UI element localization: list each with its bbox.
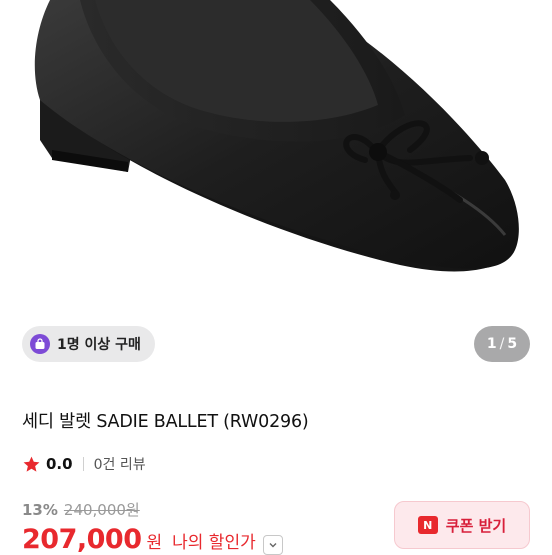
chevron-down-icon xyxy=(269,543,277,548)
product-title: 세디 발렛 SADIE BALLET (RW0296) xyxy=(22,412,309,432)
my-price-label: 나의 할인가 xyxy=(172,533,256,553)
shoe-illustration xyxy=(34,0,519,272)
buyers-badge: 1명 이상 구매 xyxy=(22,326,155,362)
rating-score: 0.0 xyxy=(46,455,73,473)
price-unit: 원 xyxy=(146,533,163,553)
price-row: 207,000 원 나의 할인가 xyxy=(22,524,283,555)
rating-row[interactable]: 0.0 0건 리뷰 xyxy=(22,454,146,474)
page-separator: / xyxy=(499,336,505,352)
discount-row: 13% 240,000원 xyxy=(22,499,140,520)
star-icon xyxy=(23,456,40,472)
sale-price: 207,000 xyxy=(22,524,142,555)
image-page-indicator: 1 / 5 xyxy=(474,326,530,362)
coupon-icon: N xyxy=(417,516,438,534)
current-page: 1 xyxy=(486,336,497,352)
discount-rate: 13% xyxy=(22,501,58,519)
original-price: 240,000원 xyxy=(63,501,140,519)
price-detail-toggle[interactable] xyxy=(262,535,283,555)
product-image[interactable] xyxy=(0,0,552,380)
buyers-badge-label: 1명 이상 구매 xyxy=(57,337,141,353)
shopping-bag-icon xyxy=(30,334,50,354)
review-count[interactable]: 0건 리뷰 xyxy=(94,454,146,474)
coupon-button-label: 쿠폰 받기 xyxy=(445,516,507,535)
total-pages: 5 xyxy=(507,336,518,352)
coupon-button[interactable]: N 쿠폰 받기 xyxy=(394,501,530,549)
rating-divider xyxy=(82,457,84,471)
